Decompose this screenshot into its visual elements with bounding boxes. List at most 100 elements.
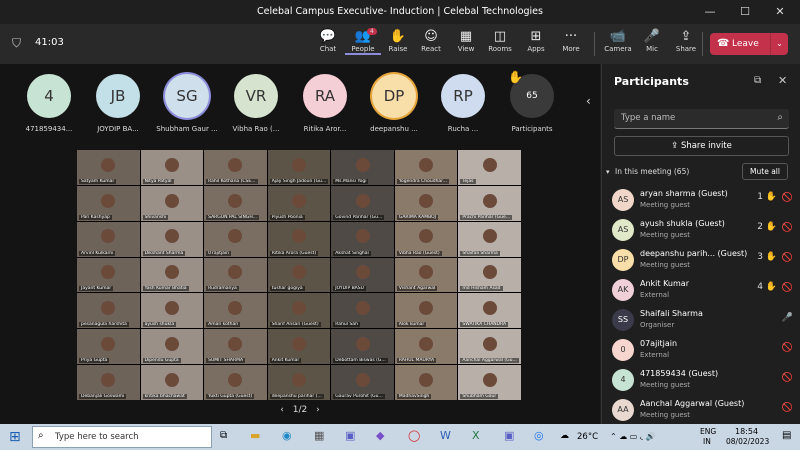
video-tile[interactable]: MadhavSingh: [394, 365, 458, 400]
toolbar-rooms-button[interactable]: ◫ Rooms: [482, 28, 518, 53]
participant-row[interactable]: 4 471859434 (Guest) Meeting guest 🚫: [612, 367, 797, 395]
video-tile[interactable]: Sharif Ansari (Guest): [267, 293, 331, 329]
close-icon[interactable]: ✕: [765, 0, 795, 24]
video-tile[interactable]: Rahil Kothana (CSE...: [204, 150, 267, 185]
toolbar-raise-button[interactable]: ✋ Raise: [380, 28, 416, 53]
video-tile[interactable]: GARIMA KAMBOJ: [394, 185, 458, 221]
video-tile[interactable]: Pari Kashyap: [77, 185, 140, 221]
video-tile[interactable]: Priya Gupta: [77, 329, 140, 365]
participant-row[interactable]: DP deepanshu parih... (Guest) Meeting gues…: [612, 247, 797, 275]
video-tile[interactable]: Yash Kumar Bhatia: [140, 257, 204, 293]
copilot-icon[interactable]: ◆: [376, 429, 384, 442]
excel-icon[interactable]: X: [472, 429, 480, 442]
avatar[interactable]: DP: [372, 74, 416, 118]
share-invite-button[interactable]: ⇪ Share invite: [614, 136, 789, 156]
video-tile[interactable]: kritika bhachawat: [140, 365, 204, 400]
chevron-left-icon[interactable]: ‹: [586, 94, 591, 108]
video-tile[interactable]: Vishant Agarwal: [394, 257, 458, 293]
video-tile[interactable]: Debottam Biswas (G...: [331, 329, 394, 365]
video-tile[interactable]: Govind Parihar (Gu...: [331, 185, 394, 221]
teams-active-icon[interactable]: ▣: [504, 429, 514, 442]
video-tile[interactable]: Nitya Patyal: [140, 150, 204, 185]
video-tile[interactable]: pesanagula harshita: [77, 293, 140, 329]
video-tile[interactable]: Jayant Kumar: [77, 257, 140, 293]
minimize-icon[interactable]: —: [695, 0, 725, 24]
notification-icon[interactable]: ▤: [782, 430, 791, 441]
windows-start-icon[interactable]: ⊞: [9, 429, 21, 445]
mic-off-icon[interactable]: 🚫: [782, 343, 793, 353]
toolbar-mic-button[interactable]: 🎤 Mic: [634, 28, 670, 53]
video-tile[interactable]: Prachi Parihar (Gue...: [458, 185, 521, 221]
video-tile[interactable]: Dipendu Gupta: [140, 329, 204, 365]
pop-out-icon[interactable]: ⧉: [754, 75, 761, 86]
opera-icon[interactable]: ◯: [408, 429, 420, 442]
participant-row[interactable]: AA Aanchal Aggarwal (Guest) Meeting guest 🚫: [612, 397, 797, 425]
mute-all-button[interactable]: Mute all: [742, 163, 788, 180]
participant-search[interactable]: Type a name ⌕: [614, 109, 789, 129]
shield-icon[interactable]: ⛉: [12, 36, 21, 51]
video-tile[interactable]: ayush shukla: [140, 293, 204, 329]
toolbar-more-button[interactable]: ··· More: [553, 28, 589, 53]
toolbar-react-button[interactable]: ☺ React: [413, 28, 449, 53]
video-tile[interactable]: Ritika Arora (Guest): [267, 221, 331, 257]
maximize-icon[interactable]: ☐: [730, 0, 760, 24]
video-tile[interactable]: Rudramanya: [204, 257, 267, 293]
mic-off-icon[interactable]: 🚫: [782, 253, 793, 263]
participant-row[interactable]: SS Shaifali Sharma Organiser 🎤: [612, 307, 797, 335]
video-tile[interactable]: Yukti Gupta (Guest): [204, 365, 267, 400]
avatar[interactable]: RP: [441, 74, 485, 118]
participant-row[interactable]: AS aryan sharma (Guest) Meeting guest 🚫 1 ✋: [612, 187, 797, 215]
chrome-icon[interactable]: ◎: [534, 429, 544, 442]
clock-time[interactable]: 18:54: [735, 427, 758, 436]
leave-button[interactable]: ☎ Leave ⌄: [710, 33, 788, 55]
video-tile[interactable]: Akshat Singhal: [331, 221, 394, 257]
video-tile[interactable]: RAHUL MAURYA: [394, 329, 458, 365]
mic-off-icon[interactable]: 🚫: [782, 403, 793, 413]
video-tile[interactable]: Ms.Mansi Yogi: [331, 150, 394, 185]
video-tile[interactable]: Dikshant Sharma: [140, 221, 204, 257]
video-tile[interactable]: Ankit Kumar: [267, 329, 331, 365]
next-page-icon[interactable]: ›: [316, 405, 320, 415]
video-tile[interactable]: Tejas: [458, 150, 521, 185]
close-panel-icon[interactable]: ✕: [778, 74, 787, 87]
toolbar-people-button[interactable]: 👥 People 4: [345, 28, 381, 55]
video-tile[interactable]: Shaifali Sharma: [458, 221, 521, 257]
video-tile[interactable]: 07ajitjain: [204, 221, 267, 257]
mic-off-icon[interactable]: 🚫: [782, 283, 793, 293]
participant-row[interactable]: AS ayush shukla (Guest) Meeting guest 🚫 2 ✋: [612, 217, 797, 245]
file-explorer-icon[interactable]: ▬: [250, 429, 260, 442]
avatar[interactable]: SG: [165, 74, 209, 118]
video-tile[interactable]: Alok kumar: [394, 293, 458, 329]
video-tile[interactable]: Gaurav Purohit (Gu...: [331, 365, 394, 400]
toolbar-camera-button[interactable]: 📹 Camera: [600, 28, 636, 53]
avatar[interactable]: 4: [27, 74, 71, 118]
mic-icon[interactable]: 🎤: [782, 313, 793, 323]
video-tile[interactable]: Debanjali Goswami: [77, 365, 140, 400]
video-tile[interactable]: Shivanshi: [140, 185, 204, 221]
video-tile[interactable]: Rahul Sah: [331, 293, 394, 329]
video-tile[interactable]: JOYDIP BASU: [331, 257, 394, 293]
word-icon[interactable]: W: [440, 429, 451, 442]
taskbar-search[interactable]: ⌕ Type here to search: [32, 426, 212, 448]
avatar[interactable]: JB: [96, 74, 140, 118]
video-tile[interactable]: Ajay Singh Jadoun (Gu...: [267, 150, 331, 185]
video-tile[interactable]: tushar gogiya: [267, 257, 331, 293]
video-tile[interactable]: deepanshu parihar (...: [267, 365, 331, 400]
edge-icon[interactable]: ◉: [282, 429, 292, 442]
avatar[interactable]: VR: [234, 74, 278, 118]
video-tile[interactable]: Aanchal Aggarwal (Gu...: [458, 329, 521, 365]
mic-off-icon[interactable]: 🚫: [782, 223, 793, 233]
video-tile[interactable]: Shubham Gaur: [458, 365, 521, 400]
prev-page-icon[interactable]: ‹: [280, 405, 284, 415]
video-tile[interactable]: Vibha Rao (Guest): [394, 221, 458, 257]
avatar[interactable]: RA: [303, 74, 347, 118]
video-tile[interactable]: SUMIT SHARMA: [204, 329, 267, 365]
toolbar-share-button[interactable]: ⇪ Share: [668, 28, 704, 53]
participant-row[interactable]: 0 07ajitjain External 🚫: [612, 337, 797, 365]
toolbar-view-button[interactable]: ▦ View: [448, 28, 484, 53]
video-tile[interactable]: SARGUN PAL SINGH...: [204, 185, 267, 221]
teams-icon[interactable]: ▣: [345, 429, 355, 442]
video-tile[interactable]: Piyush Poonia: [267, 185, 331, 221]
task-view-icon[interactable]: ⧉: [220, 430, 227, 441]
toolbar-apps-button[interactable]: ⊞ Apps: [518, 28, 554, 53]
